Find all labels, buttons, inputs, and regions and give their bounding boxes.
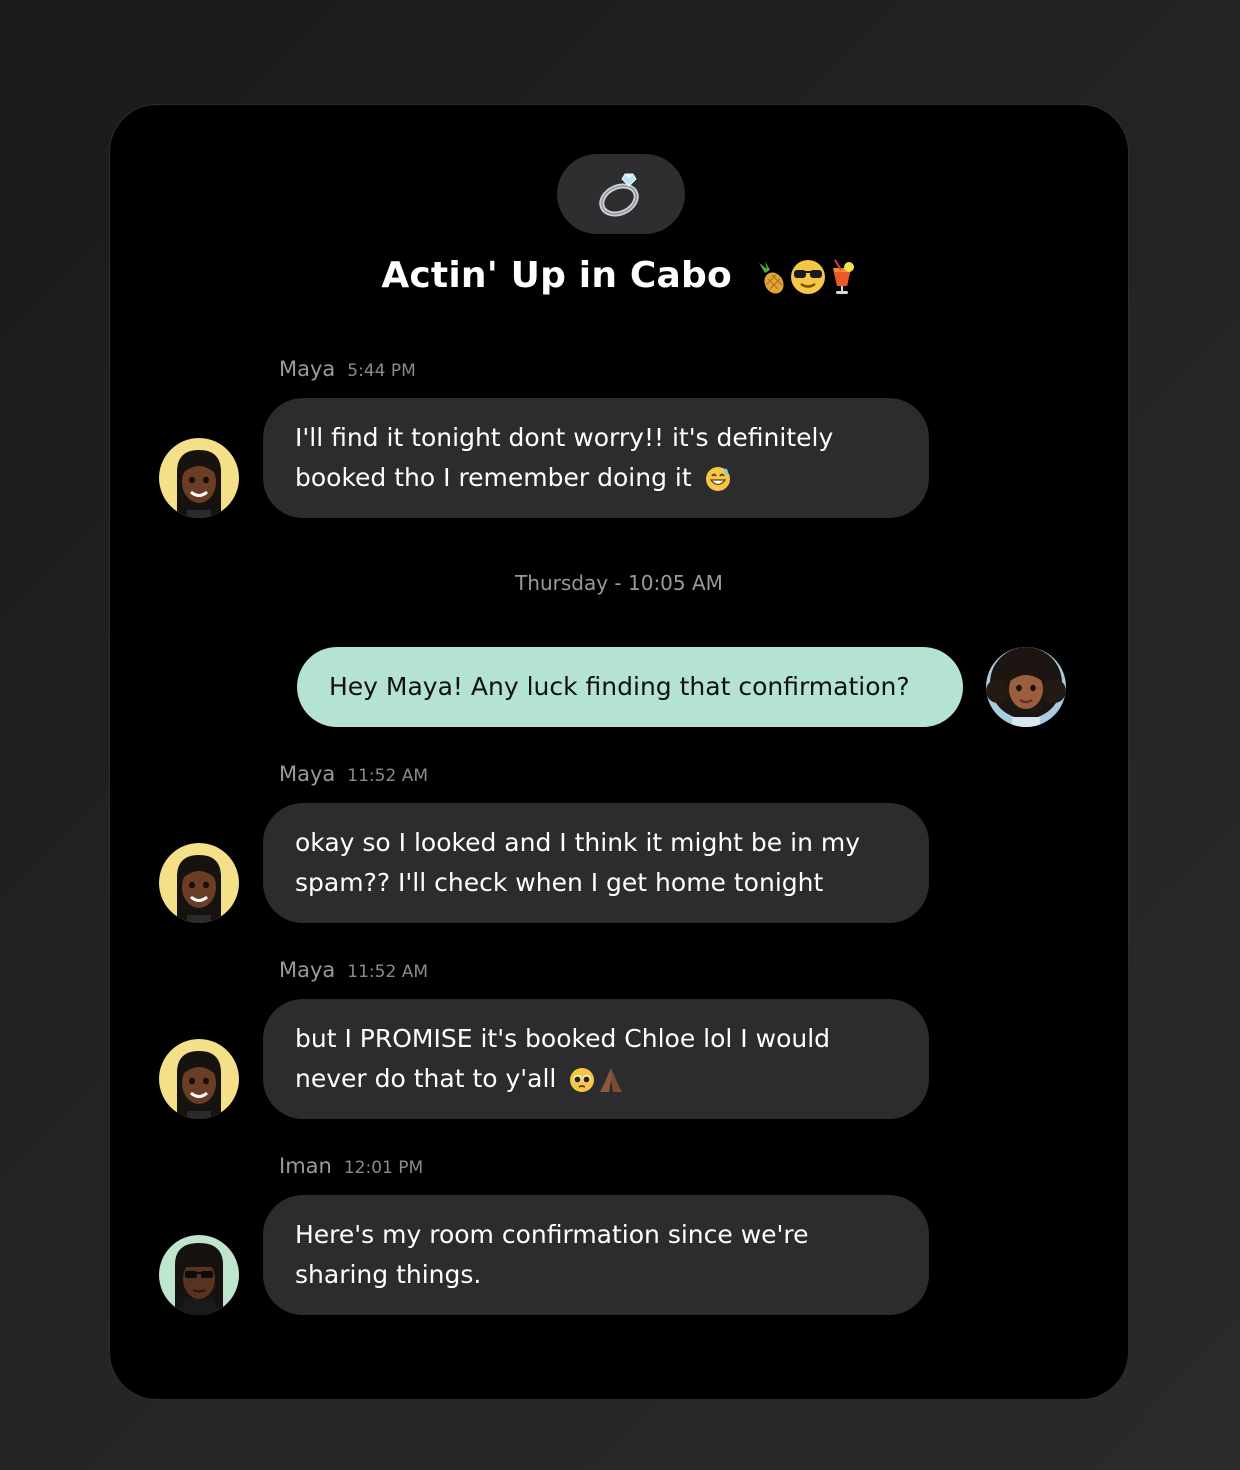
message-bubble[interactable]: Here's my room confirmation since we're … [263, 1195, 929, 1315]
sender-name: Maya [279, 958, 336, 982]
grinning-sweat-icon [705, 467, 730, 491]
outgoing-message-bubble[interactable]: Hey Maya! Any luck finding that confirma… [297, 647, 963, 727]
sunglasses-face-icon [790, 260, 825, 294]
chat-title: Actin' Up in Cabo [110, 255, 1128, 296]
date-divider: Thursday - 10:05 AM [515, 571, 723, 595]
pineapple-icon [758, 261, 784, 294]
message-bubble[interactable]: okay so I looked and I think it might be… [263, 803, 929, 923]
message-time: 11:52 AM [347, 962, 428, 982]
title-emojis [742, 255, 857, 296]
message-time: 12:01 PM [343, 1158, 424, 1178]
message-bubble[interactable]: but I PROMISE it's booked Chloe lol I wo… [263, 999, 929, 1119]
message-time: 5:44 PM [347, 361, 416, 381]
message-header: Maya 11:52 AM [279, 762, 428, 786]
message-bubble[interactable]: I'll find it tonight dont worry!! it's d… [263, 398, 929, 518]
tropical-drink-icon [832, 259, 854, 294]
message-text: okay so I looked and I think it might be… [295, 828, 861, 897]
sender-name: Maya [279, 762, 336, 786]
message-time: 11:52 AM [347, 766, 428, 786]
avatar-maya[interactable] [159, 843, 239, 923]
chat-panel: Actin' Up in Cabo Maya 5:44 PM I'll find… [109, 104, 1129, 1400]
ring-icon [599, 173, 639, 217]
sender-name: Maya [279, 357, 336, 381]
message-text: I'll find it tonight dont worry!! it's d… [295, 423, 834, 492]
chat-title-text: Actin' Up in Cabo [381, 255, 732, 296]
avatar-maya[interactable] [159, 1039, 239, 1119]
folded-hands-icon [600, 1068, 623, 1092]
message-header: Maya 11:52 AM [279, 958, 428, 982]
message-header: Iman 12:01 PM [279, 1154, 423, 1178]
avatar-me[interactable] [986, 647, 1066, 727]
avatar-iman[interactable] [159, 1235, 239, 1315]
message-header: Maya 5:44 PM [279, 357, 416, 381]
group-avatar[interactable] [557, 154, 685, 234]
sender-name: Iman [279, 1154, 332, 1178]
message-text: Hey Maya! Any luck finding that confirma… [329, 672, 910, 701]
message-text: but I PROMISE it's booked Chloe lol I wo… [295, 1024, 831, 1093]
pleading-face-icon [570, 1068, 595, 1092]
avatar-maya[interactable] [159, 438, 239, 518]
message-text: Here's my room confirmation since we're … [295, 1220, 809, 1289]
